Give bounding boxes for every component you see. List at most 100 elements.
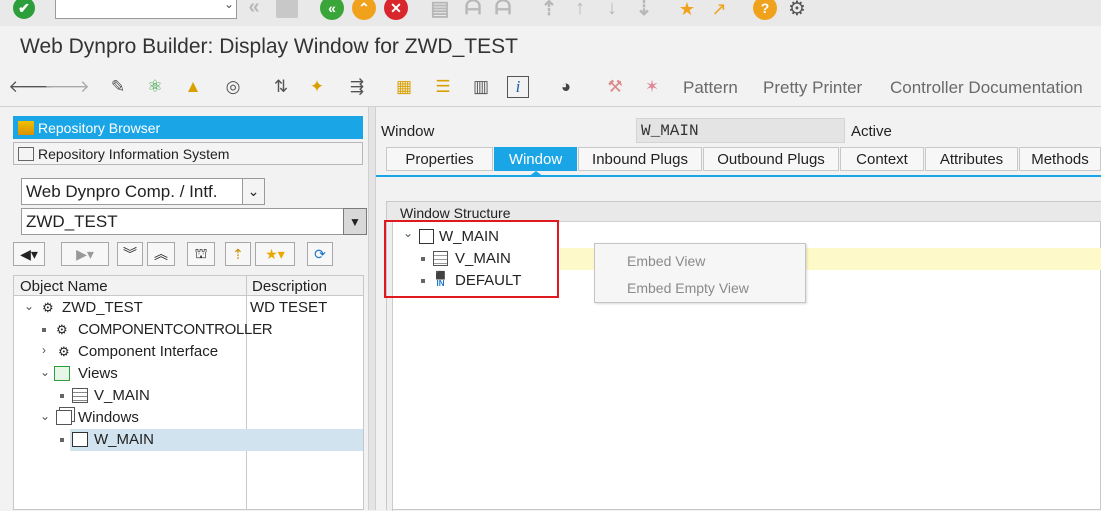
next-page-icon[interactable]: ↓ — [600, 0, 624, 19]
refresh-icon[interactable]: ⟳ — [307, 242, 333, 266]
create-session-icon[interactable]: ★ — [674, 0, 700, 21]
column-description[interactable]: Description — [252, 278, 327, 295]
save-icon[interactable] — [274, 0, 300, 19]
windows-folder-icon — [56, 410, 72, 425]
view-icon — [72, 388, 88, 403]
command-field[interactable]: ⌄ — [55, 0, 237, 19]
hierarchy-icon[interactable]: ▦ — [393, 76, 415, 98]
where-used-icon[interactable]: ⇅ — [270, 76, 292, 98]
tree-row[interactable]: ⌄ ⚙ ZWD_TEST WD TESET — [14, 297, 363, 319]
context-menu: Embed View Embed Empty View — [594, 243, 806, 303]
pattern-button[interactable]: Pattern — [683, 78, 738, 98]
object-type-select[interactable]: Web Dynpro Comp. / Intf. ⌄ — [21, 178, 265, 205]
chevron-right-icon[interactable]: › — [42, 343, 46, 357]
pane-splitter[interactable] — [368, 107, 376, 510]
display-change-icon[interactable]: ✎ — [107, 76, 129, 98]
hierarchy-up-icon[interactable]: ⇡ — [225, 242, 251, 266]
debug-icon[interactable]: ⚒ — [604, 76, 626, 98]
tree-item-desc: WD TESET — [250, 299, 328, 316]
repository-browser-label: Repository Browser — [38, 119, 161, 136]
repository-info-system-button[interactable]: Repository Information System — [13, 142, 363, 165]
editor-pane: Window W_MAIN Active Properties Window I… — [376, 107, 1101, 511]
column-object-name[interactable]: Object Name — [20, 278, 108, 295]
window-icon — [72, 432, 88, 447]
menu-item-embed-view[interactable]: Embed View — [627, 253, 705, 269]
navigation-pane: Repository Browser Repository Informatio… — [0, 107, 368, 510]
tree-item-label: ZWD_TEST — [62, 299, 143, 316]
system-toolbar: ✔ ⌄ « « ⌃ ✕ ▤ ᗩ ᗩ ⇡ ↑ ↓ ⇣ ★ ↗ ? ⚙ — [0, 0, 1101, 26]
test-icon[interactable]: ◎ — [222, 76, 244, 98]
navigate-icon[interactable]: ⇶ — [346, 76, 368, 98]
collapse-all-icon[interactable]: ︽ — [147, 242, 175, 266]
tree-row[interactable]: ⌄ Windows — [14, 407, 363, 429]
title-bar: Web Dynpro Builder: Display Window for Z… — [0, 26, 1101, 70]
tab-context[interactable]: Context — [840, 147, 924, 171]
tree-item-label: Windows — [78, 409, 139, 426]
pie-chart-icon[interactable]: ◕ — [555, 76, 577, 98]
tab-methods[interactable]: Methods — [1019, 147, 1101, 171]
controller-icon: ⚙ — [56, 322, 68, 337]
tab-window[interactable]: Window — [494, 147, 577, 171]
controller-documentation-button[interactable]: Controller Documentation — [890, 78, 1083, 98]
application-toolbar: 🡐 🡒 ✎ ⚛ ▲ ◎ ⇅ ✦ ⇶ ▦ ☰ ▥ i ◕ ⚒ ✶ Pattern … — [0, 70, 1101, 106]
tab-outbound-plugs[interactable]: Outbound Plugs — [703, 147, 839, 171]
last-page-icon[interactable]: ⇣ — [632, 0, 656, 20]
chevron-down-icon[interactable]: ⌄ — [40, 409, 50, 423]
tree-row-selected[interactable]: W_MAIN — [60, 429, 363, 451]
repository-browser-button[interactable]: Repository Browser — [13, 116, 363, 139]
back-arrow-icon[interactable]: 🡐 — [8, 76, 54, 98]
views-folder-icon — [54, 366, 70, 381]
page-title: Web Dynpro Builder: Display Window for Z… — [20, 35, 518, 58]
nav-forward-icon[interactable]: ▶▾ — [61, 242, 109, 266]
tab-attributes[interactable]: Attributes — [925, 147, 1018, 171]
help-icon[interactable]: ? — [753, 0, 777, 20]
settings-icon[interactable]: ⚙ — [784, 0, 810, 20]
tree-row[interactable]: › ⚙ Component Interface — [14, 341, 363, 363]
prev-page-icon[interactable]: ↑ — [568, 0, 592, 19]
find-icon[interactable]: ᗩ — [460, 0, 486, 19]
tree-row[interactable]: ⌄ Views — [14, 363, 363, 385]
chevron-down-icon[interactable]: ⌄ — [242, 179, 264, 204]
activate-icon[interactable]: ▲ — [182, 76, 204, 98]
info-system-icon — [18, 146, 34, 161]
leaf-bullet — [42, 328, 46, 332]
shortcut-icon[interactable]: ↗ — [706, 0, 732, 21]
exit-icon[interactable]: ⌃ — [352, 0, 376, 20]
pretty-printer-button[interactable]: Pretty Printer — [763, 78, 862, 98]
command-input[interactable] — [56, 0, 216, 17]
tab-properties[interactable]: Properties — [386, 147, 493, 171]
menu-item-embed-empty-view[interactable]: Embed Empty View — [627, 280, 749, 296]
back-green-icon[interactable]: « — [320, 0, 344, 20]
forward-arrow-icon[interactable]: 🡒 — [44, 76, 90, 98]
layout-icon[interactable]: ▥ — [470, 76, 492, 98]
leaf-bullet — [60, 438, 64, 442]
leaf-bullet — [60, 394, 64, 398]
annotation-highlight-box — [384, 220, 559, 298]
list-icon[interactable]: ☰ — [432, 76, 454, 98]
chevron-down-icon[interactable]: ⌄ — [40, 365, 50, 379]
chevron-down-icon[interactable]: ⌄ — [224, 0, 234, 11]
tree-row[interactable]: V_MAIN — [14, 385, 363, 407]
wizard-icon[interactable]: ✦ — [306, 76, 328, 98]
check-icon[interactable]: ✔ — [13, 0, 35, 19]
dropdown-triangle-icon[interactable]: ▼ — [343, 208, 367, 235]
chevron-down-icon[interactable]: ⌄ — [24, 299, 34, 313]
back-icon[interactable]: « — [240, 0, 268, 20]
favorites-icon[interactable]: ★▾ — [255, 242, 295, 266]
object-name-value: ZWD_TEST — [26, 212, 118, 231]
find-next-icon[interactable]: ᗩ — [490, 0, 516, 19]
cancel-icon[interactable]: ✕ — [384, 0, 408, 20]
window-structure-header: Window Structure — [387, 202, 1101, 222]
print-icon[interactable]: ▤ — [427, 0, 453, 20]
binoculars-icon[interactable]: ⛫ — [187, 242, 215, 266]
object-name-input[interactable]: ZWD_TEST ▼ — [21, 208, 367, 235]
check-object-icon[interactable]: ⚛ — [144, 76, 166, 98]
first-page-icon[interactable]: ⇡ — [537, 0, 561, 20]
magic-icon[interactable]: ✶ — [641, 76, 663, 98]
tree-header: Object Name Description — [14, 276, 363, 296]
tree-row[interactable]: ⚙ COMPONENTCONTROLLER — [14, 319, 363, 341]
expand-all-icon[interactable]: ︾ — [117, 242, 143, 266]
nav-back-icon[interactable]: ◀▾ — [13, 242, 45, 266]
info-icon[interactable]: i — [507, 76, 529, 98]
tab-inbound-plugs[interactable]: Inbound Plugs — [578, 147, 702, 171]
